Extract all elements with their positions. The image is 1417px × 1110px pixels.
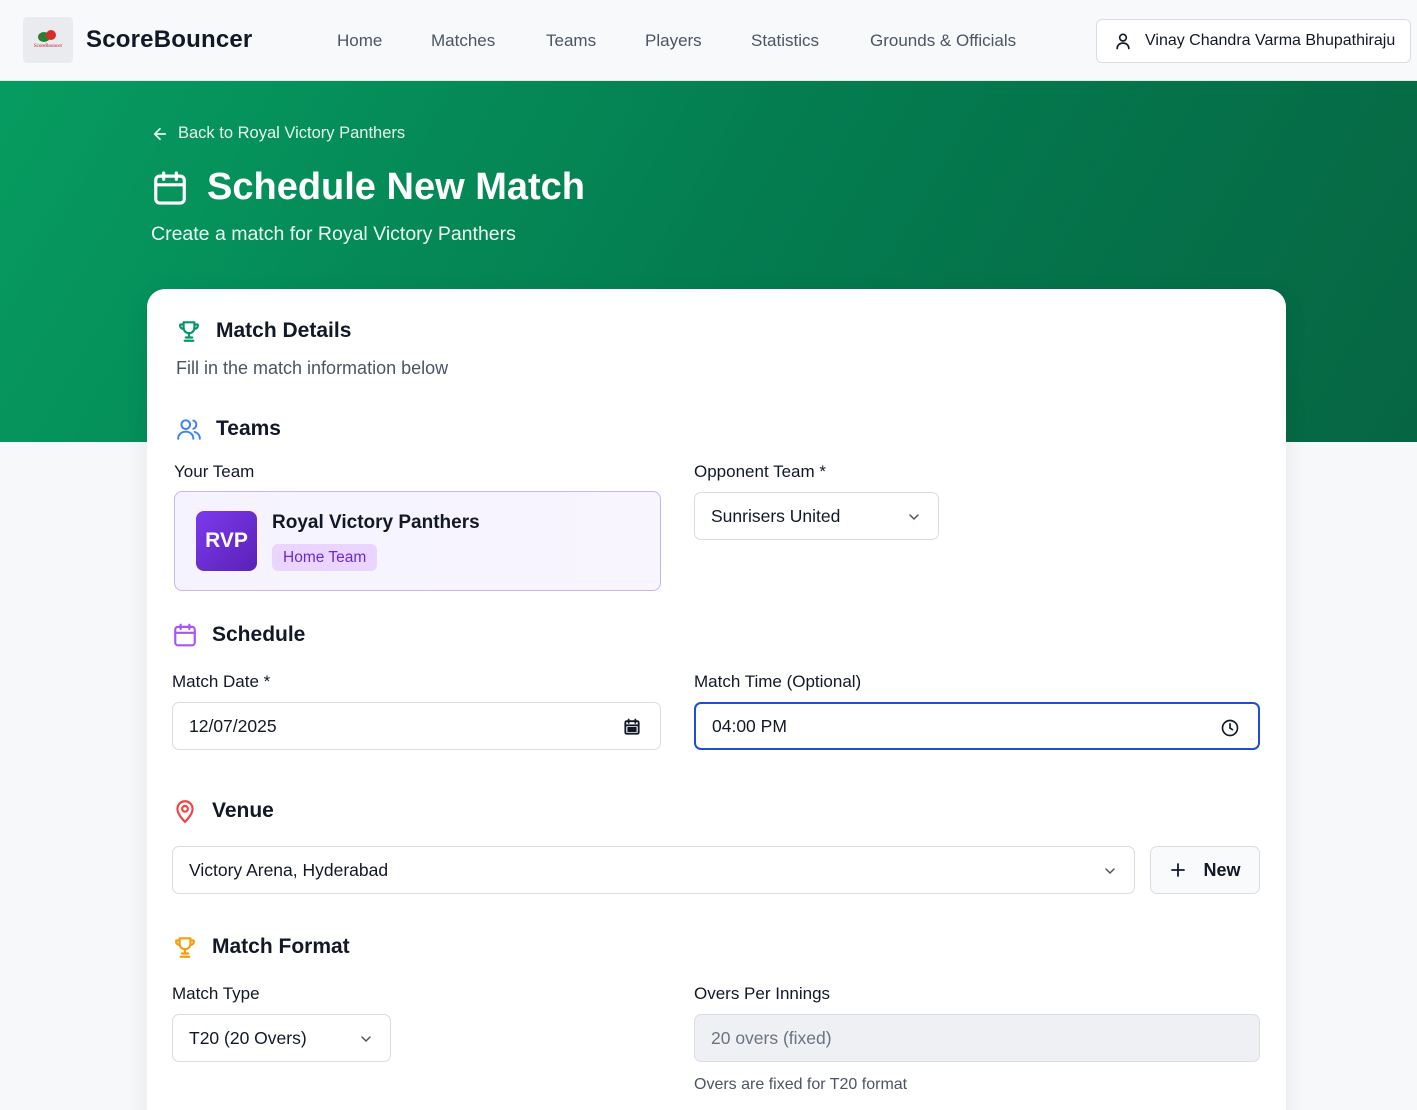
user-name: Vinay Chandra Varma Bhupathiraju — [1145, 32, 1396, 49]
match-time-label: Match Time (Optional) — [694, 672, 862, 691]
app-logo[interactable]: ScoreBouncer — [23, 17, 73, 63]
users-icon — [177, 419, 201, 440]
match-date-value: 12/07/2025 — [189, 715, 277, 736]
nav-statistics[interactable]: Statistics — [751, 31, 819, 51]
arrow-left-icon — [153, 127, 167, 140]
match-details-card: Match Details Fill in the match informat… — [147, 289, 1286, 1110]
overs-per-innings-input: 20 overs (fixed) — [694, 1014, 1260, 1062]
logo-text: ScoreBouncer — [34, 44, 63, 49]
overs-per-innings-label: Overs Per Innings — [694, 984, 831, 1003]
nav-home[interactable]: Home — [337, 31, 382, 51]
chevron-down-icon — [361, 1036, 371, 1042]
nav-teams[interactable]: Teams — [546, 31, 596, 51]
nav-players[interactable]: Players — [645, 31, 702, 51]
opponent-team-select[interactable]: Sunrisers United — [694, 492, 939, 540]
opponent-team-value: Sunrisers United — [711, 505, 841, 526]
your-team-label: Your Team — [174, 462, 255, 481]
user-icon — [1116, 33, 1130, 50]
match-time-value: 04:00 PM — [712, 715, 787, 736]
back-link-label: Back to Royal Victory Panthers — [178, 124, 406, 142]
chevron-down-icon — [1105, 868, 1115, 874]
venue-heading: Venue — [212, 799, 274, 822]
plus-icon — [1171, 863, 1186, 877]
venue-select[interactable]: Victory Arena, Hyderabad — [172, 846, 1135, 894]
overs-helper-text: Overs are fixed for T20 format — [694, 1076, 908, 1093]
new-venue-label: New — [1203, 859, 1241, 880]
calendar-icon — [154, 170, 186, 205]
card-title: Match Details — [216, 319, 352, 342]
logo-graphic: ScoreBouncer — [34, 30, 63, 49]
schedule-heading: Schedule — [212, 623, 306, 646]
page-subtitle: Create a match for Royal Victory Panther… — [151, 223, 516, 245]
match-type-select[interactable]: T20 (20 Overs) — [172, 1014, 391, 1062]
card-description: Fill in the match information below — [176, 358, 449, 378]
clock-icon[interactable] — [1220, 718, 1240, 738]
new-venue-button[interactable]: New — [1150, 846, 1260, 894]
trophy-icon — [179, 321, 199, 342]
match-format-heading: Match Format — [212, 935, 350, 958]
match-date-input[interactable]: 12/07/2025 — [172, 702, 661, 750]
match-type-label: Match Type — [172, 984, 260, 1003]
team-name: Royal Victory Panthers — [272, 512, 480, 533]
opponent-team-label: Opponent Team * — [694, 462, 826, 481]
page-title-row: Schedule New Match — [151, 166, 585, 209]
brand-name[interactable]: ScoreBouncer — [86, 26, 252, 54]
nav-matches[interactable]: Matches — [431, 31, 495, 51]
trophy-icon — [175, 937, 195, 958]
back-link[interactable]: Back to Royal Victory Panthers — [151, 124, 405, 143]
match-type-value: T20 (20 Overs) — [189, 1027, 307, 1048]
match-time-input[interactable]: 04:00 PM — [694, 702, 1260, 750]
venue-value: Victory Arena, Hyderabad — [189, 859, 389, 880]
home-team-badge: Home Team — [272, 544, 378, 571]
nav-grounds-officials[interactable]: Grounds & Officials — [870, 31, 1016, 51]
match-date-label: Match Date * — [172, 672, 271, 691]
page-title: Schedule New Match — [207, 166, 585, 208]
map-pin-icon — [176, 800, 194, 824]
top-nav-bar: ScoreBouncer ScoreBouncer Home Matches T… — [0, 0, 1417, 81]
user-menu-button[interactable]: Vinay Chandra Varma Bhupathiraju — [1096, 19, 1411, 63]
team-avatar: RVP — [196, 511, 257, 571]
overs-per-innings-value: 20 overs (fixed) — [711, 1027, 832, 1048]
calendar-icon — [174, 623, 196, 647]
your-team-card: RVP Royal Victory Panthers Home Team — [174, 491, 661, 591]
calendar-icon[interactable] — [622, 717, 642, 737]
teams-heading: Teams — [216, 417, 281, 440]
chevron-down-icon — [909, 514, 919, 520]
